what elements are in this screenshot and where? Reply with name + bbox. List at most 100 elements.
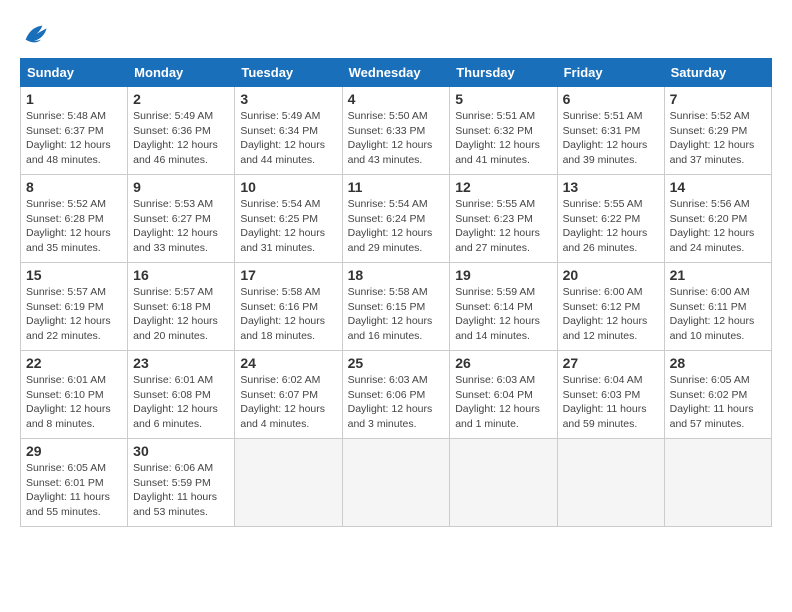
calendar-cell: 5 Sunrise: 5:51 AM Sunset: 6:32 PM Daylig… xyxy=(450,87,557,175)
day-number: 14 xyxy=(670,179,766,195)
day-header-monday: Monday xyxy=(128,59,235,87)
day-info: Sunrise: 5:58 AM Sunset: 6:16 PM Dayligh… xyxy=(240,285,336,344)
calendar-cell: 29Sunrise: 6:05 AM Sunset: 6:01 PM Dayli… xyxy=(21,439,128,527)
day-header-wednesday: Wednesday xyxy=(342,59,450,87)
week-row-3: 15 Sunrise: 5:57 AM Sunset: 6:19 PM Dayli… xyxy=(21,263,772,351)
day-number: 18 xyxy=(348,267,445,283)
calendar-cell: 13 Sunrise: 5:55 AM Sunset: 6:22 PM Dayli… xyxy=(557,175,664,263)
day-info: Sunrise: 5:55 AM Sunset: 6:23 PM Dayligh… xyxy=(455,197,551,256)
day-number: 8 xyxy=(26,179,122,195)
calendar-cell: 24 Sunrise: 6:02 AM Sunset: 6:07 PM Dayli… xyxy=(235,351,342,439)
calendar-cell: 18 Sunrise: 5:58 AM Sunset: 6:15 PM Dayli… xyxy=(342,263,450,351)
day-number: 21 xyxy=(670,267,766,283)
day-number: 6 xyxy=(563,91,659,107)
calendar-cell xyxy=(342,439,450,527)
day-number: 29 xyxy=(26,443,122,459)
day-info: Sunrise: 5:57 AM Sunset: 6:19 PM Dayligh… xyxy=(26,285,122,344)
day-info: Sunrise: 6:03 AM Sunset: 6:06 PM Dayligh… xyxy=(348,373,445,432)
day-number: 5 xyxy=(455,91,551,107)
day-number: 27 xyxy=(563,355,659,371)
calendar-header-row: SundayMondayTuesdayWednesdayThursdayFrid… xyxy=(21,59,772,87)
calendar-cell: 16Sunrise: 5:57 AM Sunset: 6:18 PM Dayli… xyxy=(128,263,235,351)
day-number: 7 xyxy=(670,91,766,107)
day-info: Sunrise: 5:54 AM Sunset: 6:25 PM Dayligh… xyxy=(240,197,336,256)
logo-icon xyxy=(20,20,48,48)
day-info: Sunrise: 6:00 AM Sunset: 6:11 PM Dayligh… xyxy=(670,285,766,344)
day-info: Sunrise: 5:53 AM Sunset: 6:27 PM Dayligh… xyxy=(133,197,229,256)
day-info: Sunrise: 6:04 AM Sunset: 6:03 PM Dayligh… xyxy=(563,373,659,432)
calendar-cell: 20 Sunrise: 6:00 AM Sunset: 6:12 PM Dayli… xyxy=(557,263,664,351)
day-info: Sunrise: 5:51 AM Sunset: 6:32 PM Dayligh… xyxy=(455,109,551,168)
day-number: 2 xyxy=(133,91,229,107)
day-number: 25 xyxy=(348,355,445,371)
day-number: 30 xyxy=(133,443,229,459)
calendar-cell: 12 Sunrise: 5:55 AM Sunset: 6:23 PM Dayli… xyxy=(450,175,557,263)
day-info: Sunrise: 6:06 AM Sunset: 5:59 PM Dayligh… xyxy=(133,461,229,520)
calendar-cell: 4 Sunrise: 5:50 AM Sunset: 6:33 PM Daylig… xyxy=(342,87,450,175)
day-number: 24 xyxy=(240,355,336,371)
day-number: 12 xyxy=(455,179,551,195)
day-info: Sunrise: 5:55 AM Sunset: 6:22 PM Dayligh… xyxy=(563,197,659,256)
day-number: 28 xyxy=(670,355,766,371)
day-number: 15 xyxy=(26,267,122,283)
calendar-cell xyxy=(557,439,664,527)
calendar-cell: 21 Sunrise: 6:00 AM Sunset: 6:11 PM Dayli… xyxy=(664,263,771,351)
day-info: Sunrise: 6:00 AM Sunset: 6:12 PM Dayligh… xyxy=(563,285,659,344)
day-info: Sunrise: 6:05 AM Sunset: 6:02 PM Dayligh… xyxy=(670,373,766,432)
calendar-cell: 2 Sunrise: 5:49 AM Sunset: 6:36 PM Daylig… xyxy=(128,87,235,175)
day-info: Sunrise: 6:02 AM Sunset: 6:07 PM Dayligh… xyxy=(240,373,336,432)
day-number: 26 xyxy=(455,355,551,371)
week-row-1: 1Sunrise: 5:48 AM Sunset: 6:37 PM Daylig… xyxy=(21,87,772,175)
week-row-2: 8 Sunrise: 5:52 AM Sunset: 6:28 PM Daylig… xyxy=(21,175,772,263)
calendar-cell: 3 Sunrise: 5:49 AM Sunset: 6:34 PM Daylig… xyxy=(235,87,342,175)
day-info: Sunrise: 5:52 AM Sunset: 6:28 PM Dayligh… xyxy=(26,197,122,256)
day-number: 9 xyxy=(133,179,229,195)
day-number: 10 xyxy=(240,179,336,195)
day-number: 20 xyxy=(563,267,659,283)
calendar-cell: 17 Sunrise: 5:58 AM Sunset: 6:16 PM Dayli… xyxy=(235,263,342,351)
day-header-friday: Friday xyxy=(557,59,664,87)
day-header-saturday: Saturday xyxy=(664,59,771,87)
day-header-thursday: Thursday xyxy=(450,59,557,87)
calendar-cell: 14 Sunrise: 5:56 AM Sunset: 6:20 PM Dayli… xyxy=(664,175,771,263)
day-info: Sunrise: 5:49 AM Sunset: 6:34 PM Dayligh… xyxy=(240,109,336,168)
page-header xyxy=(20,20,772,48)
day-info: Sunrise: 6:01 AM Sunset: 6:08 PM Dayligh… xyxy=(133,373,229,432)
day-number: 4 xyxy=(348,91,445,107)
day-info: Sunrise: 5:49 AM Sunset: 6:36 PM Dayligh… xyxy=(133,109,229,168)
calendar-cell: 22Sunrise: 6:01 AM Sunset: 6:10 PM Dayli… xyxy=(21,351,128,439)
day-info: Sunrise: 5:50 AM Sunset: 6:33 PM Dayligh… xyxy=(348,109,445,168)
calendar-cell: 27 Sunrise: 6:04 AM Sunset: 6:03 PM Dayli… xyxy=(557,351,664,439)
calendar-cell: 8 Sunrise: 5:52 AM Sunset: 6:28 PM Daylig… xyxy=(21,175,128,263)
day-info: Sunrise: 5:48 AM Sunset: 6:37 PM Dayligh… xyxy=(26,109,122,168)
day-number: 23 xyxy=(133,355,229,371)
week-row-4: 22Sunrise: 6:01 AM Sunset: 6:10 PM Dayli… xyxy=(21,351,772,439)
calendar-cell: 11 Sunrise: 5:54 AM Sunset: 6:24 PM Dayli… xyxy=(342,175,450,263)
day-header-sunday: Sunday xyxy=(21,59,128,87)
day-info: Sunrise: 5:58 AM Sunset: 6:15 PM Dayligh… xyxy=(348,285,445,344)
calendar-cell xyxy=(235,439,342,527)
calendar-cell: 23 Sunrise: 6:01 AM Sunset: 6:08 PM Dayli… xyxy=(128,351,235,439)
day-number: 16 xyxy=(133,267,229,283)
week-row-5: 29Sunrise: 6:05 AM Sunset: 6:01 PM Dayli… xyxy=(21,439,772,527)
calendar-cell: 7Sunrise: 5:52 AM Sunset: 6:29 PM Daylig… xyxy=(664,87,771,175)
calendar-cell: 10 Sunrise: 5:54 AM Sunset: 6:25 PM Dayli… xyxy=(235,175,342,263)
calendar-cell: 30 Sunrise: 6:06 AM Sunset: 5:59 PM Dayli… xyxy=(128,439,235,527)
calendar-cell: 28 Sunrise: 6:05 AM Sunset: 6:02 PM Dayli… xyxy=(664,351,771,439)
calendar-cell: 15 Sunrise: 5:57 AM Sunset: 6:19 PM Dayli… xyxy=(21,263,128,351)
day-info: Sunrise: 5:56 AM Sunset: 6:20 PM Dayligh… xyxy=(670,197,766,256)
day-number: 11 xyxy=(348,179,445,195)
calendar-cell: 1Sunrise: 5:48 AM Sunset: 6:37 PM Daylig… xyxy=(21,87,128,175)
calendar-table: SundayMondayTuesdayWednesdayThursdayFrid… xyxy=(20,58,772,527)
calendar-cell: 9 Sunrise: 5:53 AM Sunset: 6:27 PM Daylig… xyxy=(128,175,235,263)
day-info: Sunrise: 6:03 AM Sunset: 6:04 PM Dayligh… xyxy=(455,373,551,432)
day-number: 19 xyxy=(455,267,551,283)
day-header-tuesday: Tuesday xyxy=(235,59,342,87)
day-number: 17 xyxy=(240,267,336,283)
calendar-cell: 26 Sunrise: 6:03 AM Sunset: 6:04 PM Dayli… xyxy=(450,351,557,439)
day-number: 22 xyxy=(26,355,122,371)
calendar-cell: 19Sunrise: 5:59 AM Sunset: 6:14 PM Dayli… xyxy=(450,263,557,351)
day-number: 13 xyxy=(563,179,659,195)
day-info: Sunrise: 5:54 AM Sunset: 6:24 PM Dayligh… xyxy=(348,197,445,256)
day-number: 3 xyxy=(240,91,336,107)
